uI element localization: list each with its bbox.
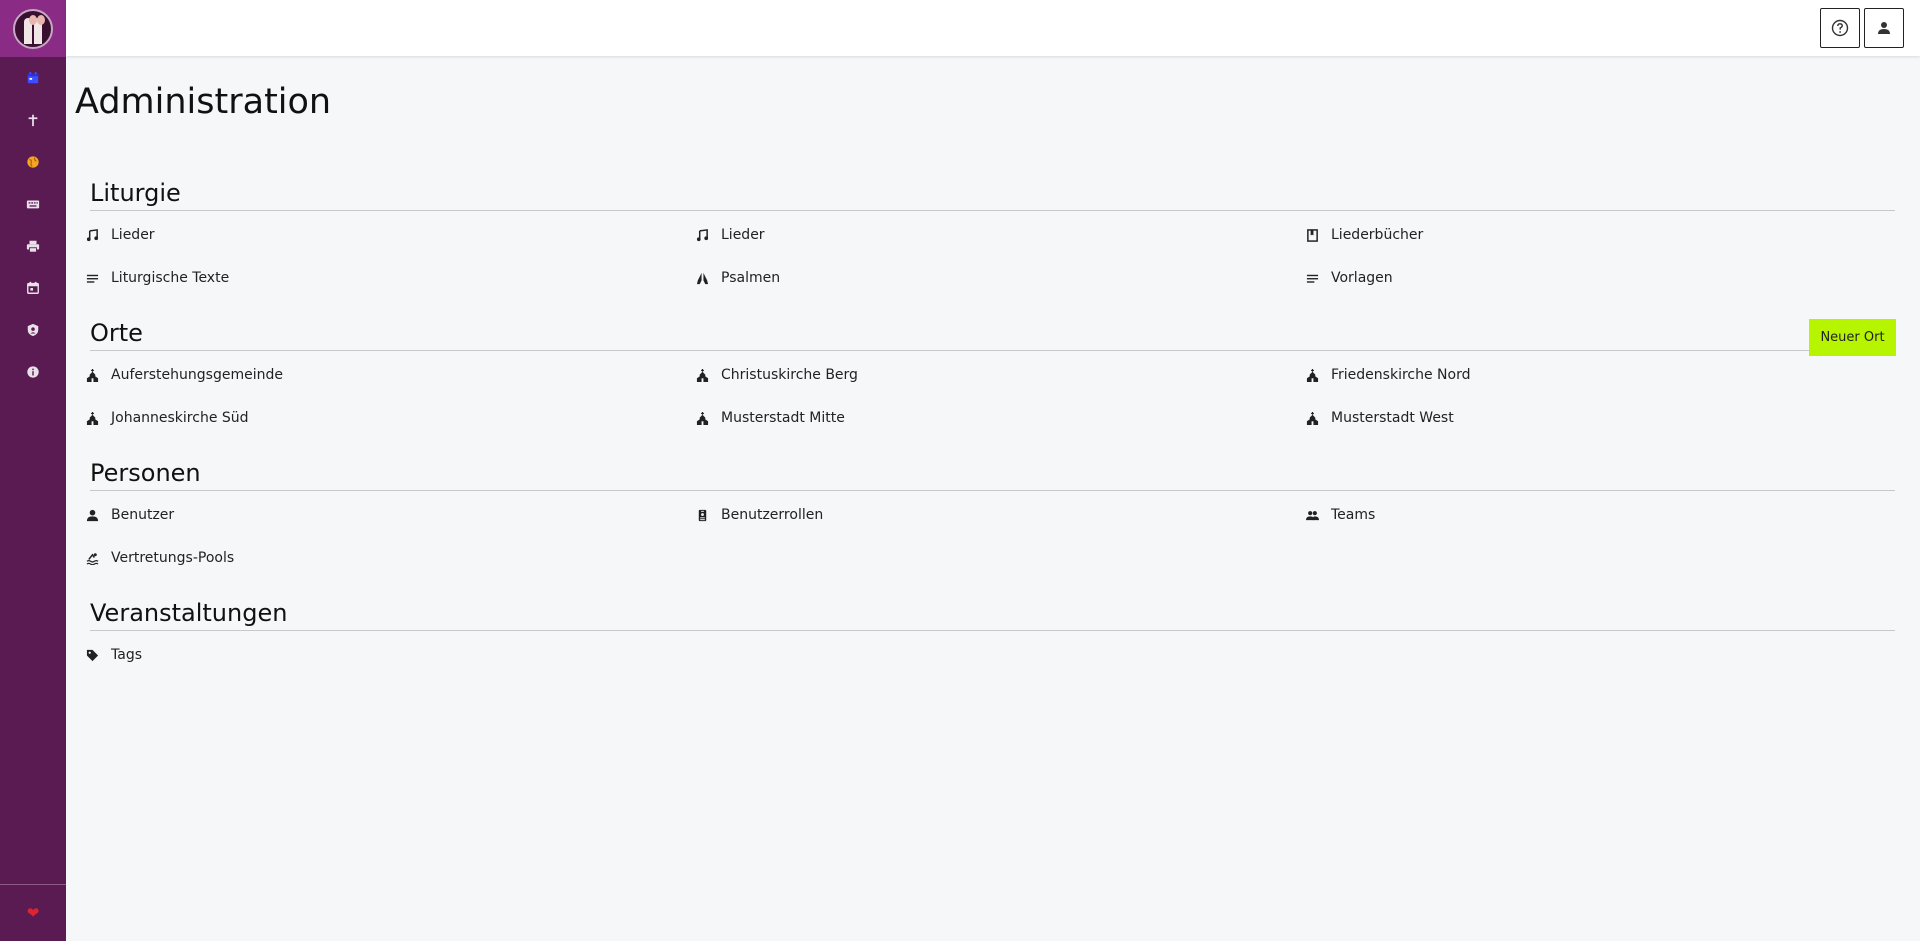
sidebar-nav (0, 57, 66, 393)
church-icon (86, 368, 105, 382)
section-orte: Orte Auferstehungsgemeinde Christuskirch… (86, 319, 1895, 426)
list-item-liederbuecher[interactable]: Liederbücher (1306, 221, 1866, 249)
user-menu-button[interactable] (1864, 8, 1904, 48)
list-item-johanneskirche-sued[interactable]: Johanneskirche Süd (86, 404, 646, 432)
list-item-liturgische-texte[interactable]: Liturgische Texte (86, 264, 646, 292)
new-location-button[interactable]: Neuer Ort (1809, 319, 1896, 356)
list-item-label: Vertretungs-Pools (111, 550, 235, 566)
church-icon (696, 368, 715, 382)
section-divider (90, 490, 1895, 491)
section-title-orte: Orte (90, 319, 143, 347)
calendar-day-icon (27, 281, 39, 294)
list-item-lieder-2[interactable]: Lieder (696, 221, 1256, 249)
globe-icon (27, 156, 39, 168)
sidebar-item-calendar-day[interactable] (0, 267, 66, 309)
heart-icon: ❤ (26, 904, 40, 922)
sidebar-item-keyboard[interactable] (0, 183, 66, 225)
list-item-label: Lieder (721, 227, 765, 243)
church-icon (696, 411, 715, 425)
sidebar-item-cross[interactable] (0, 99, 66, 141)
id-badge-icon (696, 509, 715, 522)
music-note-icon (696, 228, 715, 242)
list-item-benutzer[interactable]: Benutzer (86, 501, 646, 529)
keyboard-icon (26, 200, 40, 209)
list-item-label: Friedenskirche Nord (1331, 367, 1471, 383)
list-item-label: Benutzer (111, 507, 175, 523)
praying-hands-icon (696, 272, 715, 285)
list-item-label: Musterstadt Mitte (721, 410, 845, 426)
list-item-label: Vorlagen (1331, 270, 1393, 286)
list-item-tags[interactable]: Tags (86, 641, 646, 669)
sidebar: ❤ (0, 0, 66, 941)
section-liturgie: Liturgie Lieder Lieder Liederbücher Litu… (86, 179, 1895, 286)
help-button[interactable] (1820, 8, 1860, 48)
list-item-psalmen[interactable]: Psalmen (696, 264, 1256, 292)
page-title: Administration (75, 82, 332, 122)
church-icon (1306, 368, 1325, 382)
user-icon (86, 509, 105, 522)
section-divider (90, 630, 1895, 631)
list-item-musterstadt-mitte[interactable]: Musterstadt Mitte (696, 404, 1256, 432)
list-item-label: Musterstadt West (1331, 410, 1454, 426)
section-divider (90, 210, 1895, 211)
list-item-label: Johanneskirche Süd (111, 410, 249, 426)
section-personen: Personen Benutzer Benutzerrollen Teams V… (86, 459, 1895, 566)
book-icon (1306, 228, 1325, 242)
info-icon (27, 366, 39, 378)
list-item-label: Lieder (111, 227, 155, 243)
printer-icon (26, 240, 40, 253)
list-item-label: Benutzerrollen (721, 507, 824, 523)
list-item-label: Auferstehungsgemeinde (111, 367, 283, 383)
list-item-label: Tags (111, 647, 142, 663)
list-item-vorlagen[interactable]: Vorlagen (1306, 264, 1866, 292)
text-lines-icon (1306, 272, 1325, 285)
top-bar (66, 0, 1920, 56)
sidebar-item-calendar[interactable] (0, 57, 66, 99)
list-item-lieder[interactable]: Lieder (86, 221, 646, 249)
cross-icon (28, 114, 38, 127)
list-item-label: Psalmen (721, 270, 781, 286)
help-icon (1831, 19, 1849, 37)
sidebar-footer[interactable]: ❤ (0, 884, 66, 941)
list-item-vertretungs-pools[interactable]: Vertretungs-Pools (86, 544, 646, 572)
sidebar-item-security[interactable] (0, 309, 66, 351)
sidebar-item-globe[interactable] (0, 141, 66, 183)
list-item-auferstehungsgemeinde[interactable]: Auferstehungsgemeinde (86, 361, 646, 389)
section-title-personen: Personen (90, 459, 201, 487)
list-item-friedenskirche-nord[interactable]: Friedenskirche Nord (1306, 361, 1866, 389)
shield-user-icon (27, 323, 39, 337)
list-item-teams[interactable]: Teams (1306, 501, 1866, 529)
users-icon (1306, 509, 1325, 522)
church-icon (1306, 411, 1325, 425)
church-icon (86, 411, 105, 425)
list-item-christuskirche-berg[interactable]: Christuskirche Berg (696, 361, 1256, 389)
user-icon (1878, 22, 1890, 34)
list-item-label: Christuskirche Berg (721, 367, 858, 383)
swimmer-icon (86, 552, 105, 565)
music-note-icon (86, 228, 105, 242)
list-item-musterstadt-west[interactable]: Musterstadt West (1306, 404, 1866, 432)
app-logo[interactable] (0, 0, 66, 57)
text-lines-icon (86, 272, 105, 285)
section-title-veranstaltungen: Veranstaltungen (90, 599, 288, 627)
sidebar-item-print[interactable] (0, 225, 66, 267)
section-title-liturgie: Liturgie (90, 179, 181, 207)
tag-icon (86, 649, 105, 662)
list-item-label: Teams (1331, 507, 1376, 523)
calendar-icon (27, 71, 39, 84)
sidebar-item-info[interactable] (0, 351, 66, 393)
list-item-benutzerrollen[interactable]: Benutzerrollen (696, 501, 1256, 529)
section-veranstaltungen: Veranstaltungen Tags (86, 599, 1895, 663)
list-item-label: Liederbücher (1331, 227, 1424, 243)
section-divider (90, 350, 1895, 351)
list-item-label: Liturgische Texte (111, 270, 230, 286)
logo-icon (13, 8, 53, 49)
